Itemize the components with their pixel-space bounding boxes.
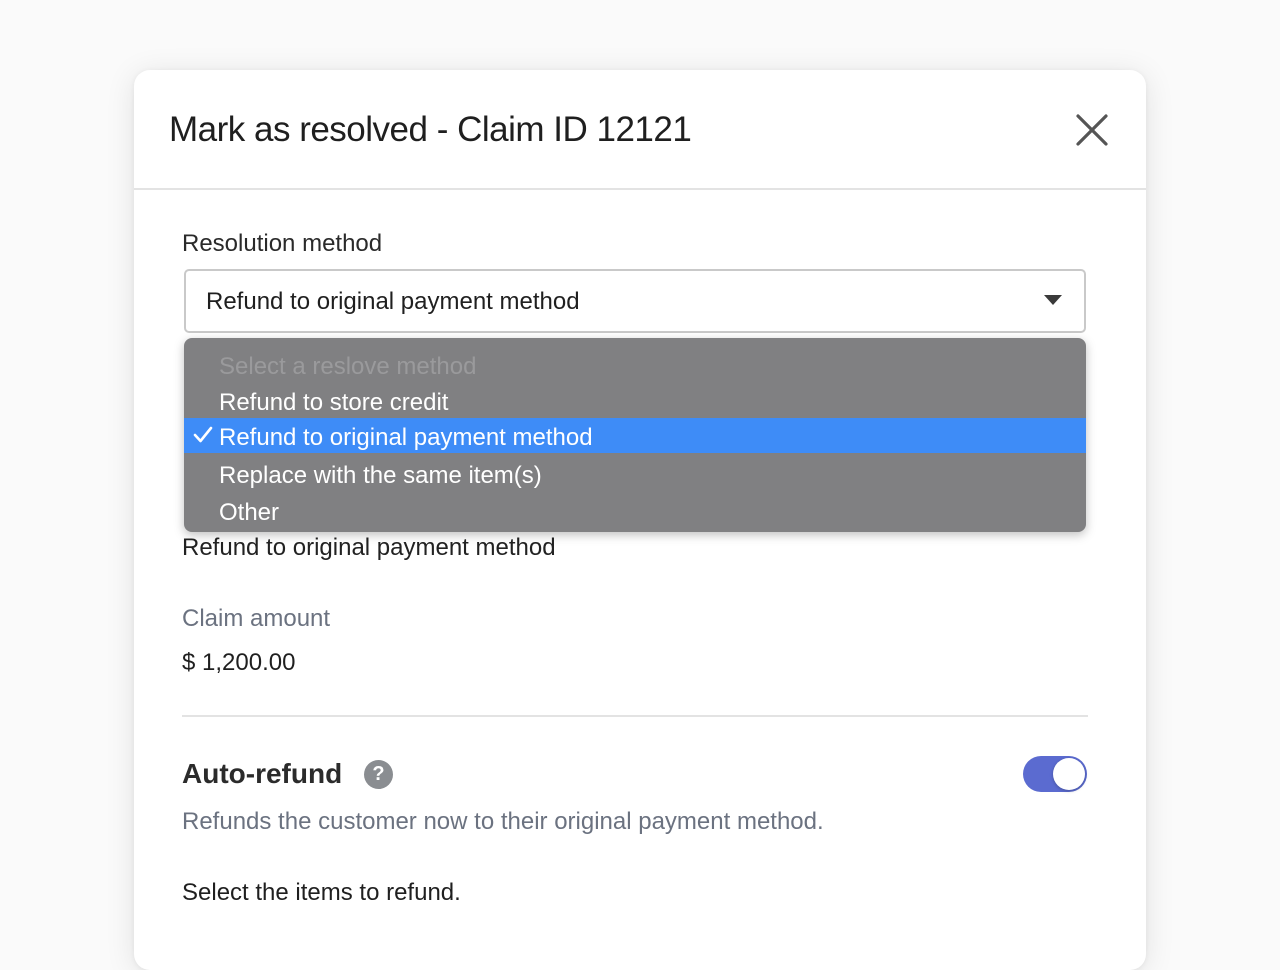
option-label: Refund to store credit [219,389,449,416]
select-items-prompt: Select the items to refund. [182,879,461,906]
auto-refund-toggle[interactable] [1023,756,1087,792]
dropdown-option-store-credit[interactable]: Refund to store credit [184,383,1086,418]
section-divider [182,715,1088,717]
resolution-method-dropdown: Select a reslove method Refund to store … [184,338,1086,532]
modal-title: Mark as resolved - Claim ID 12121 [169,110,692,149]
resolution-method-text: Refund to original payment method [182,534,556,561]
claim-amount-label: Claim amount [182,605,331,632]
option-label: Replace with the same item(s) [219,462,542,489]
close-icon [1076,114,1108,146]
dropdown-option-placeholder: Select a reslove method [184,347,1086,382]
resolution-method-select[interactable]: Refund to original payment method [184,269,1086,333]
modal-header: Mark as resolved - Claim ID 12121 [134,70,1146,190]
dropdown-option-replace-items[interactable]: Replace with the same item(s) [184,456,1086,491]
resolution-method-label: Resolution method [182,230,383,257]
help-icon[interactable]: ? [364,760,393,789]
chevron-down-icon [1044,295,1062,305]
dropdown-option-original-payment[interactable]: Refund to original payment method [184,418,1086,453]
close-button[interactable] [1074,112,1110,148]
option-label: Refund to original payment method [219,424,593,451]
option-label: Select a reslove method [219,353,477,380]
dropdown-option-other[interactable]: Other [184,493,1086,528]
claim-amount-value: $ 1,200.00 [182,649,296,676]
checkmark-icon [193,426,213,443]
auto-refund-description: Refunds the customer now to their origin… [182,808,824,835]
option-label: Other [219,499,280,526]
resolution-method-value: Refund to original payment method [206,288,580,315]
toggle-knob [1053,758,1085,790]
auto-refund-title: Auto-refund [182,758,343,789]
